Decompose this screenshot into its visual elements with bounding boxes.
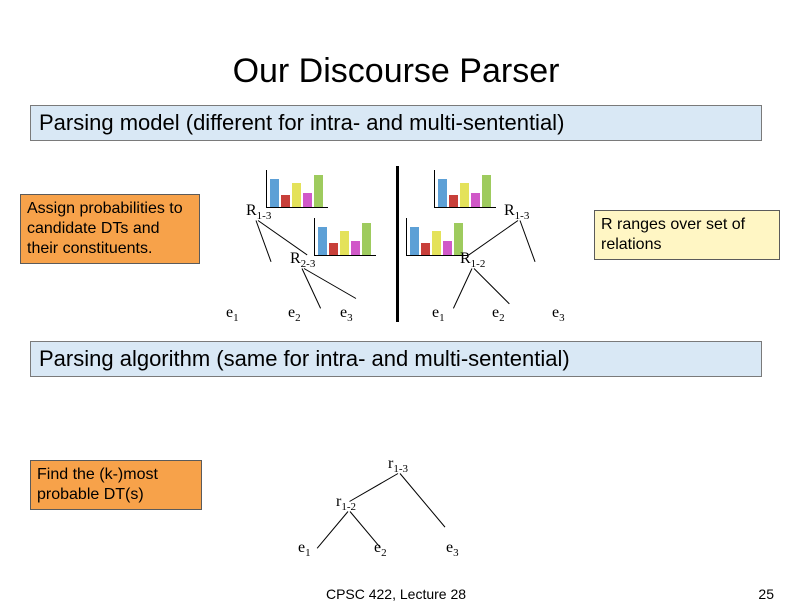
label-e1-left: e1 [226, 304, 239, 324]
label-r12: r1-2 [336, 493, 356, 513]
label-e1-right: e1 [432, 304, 445, 324]
label-R13-left: R1-3 [246, 202, 271, 222]
diagram-trees: R1-3 R2-3 e1 e2 e3 R1-3 [210, 170, 600, 340]
parsing-model-banner: Parsing model (different for intra- and … [30, 105, 762, 141]
label-e3-left: e3 [340, 304, 353, 324]
label-e2-left: e2 [288, 304, 301, 324]
footer-page-number: 25 [758, 586, 774, 602]
page-title: Our Discourse Parser [0, 0, 792, 91]
label-e2-right: e2 [492, 304, 505, 324]
label-e2-result: e2 [374, 539, 387, 559]
label-e3-right: e3 [552, 304, 565, 324]
assign-probabilities-box: Assign probabilities to candidate DTs an… [20, 194, 200, 264]
diagram-result-tree: r1-3 r1-2 e1 e2 e3 [270, 455, 530, 575]
footer-course: CPSC 422, Lecture 28 [0, 586, 792, 602]
bar-chart-right-child [406, 218, 468, 256]
label-e1-result: e1 [298, 539, 311, 559]
bar-chart-right-root [434, 170, 496, 208]
parsing-algorithm-banner: Parsing algorithm (same for intra- and m… [30, 341, 762, 377]
bar-chart-left-child [314, 218, 376, 256]
label-e3-result: e3 [446, 539, 459, 559]
tree-divider [396, 166, 399, 322]
label-r13: r1-3 [388, 455, 408, 475]
bar-chart-left-root [266, 170, 328, 208]
r-ranges-box: R ranges over set of relations [594, 210, 780, 260]
label-R12: R1-2 [460, 250, 485, 270]
find-k-most-box: Find the (k-)most probable DT(s) [30, 460, 202, 510]
